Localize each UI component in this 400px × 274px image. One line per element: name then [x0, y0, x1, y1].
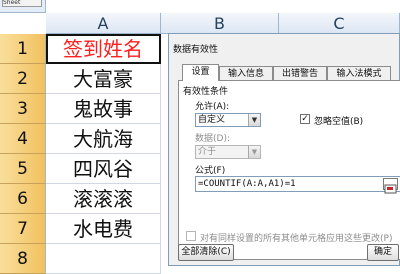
ignore-blank-checkbox[interactable]: ✓ [300, 114, 310, 124]
row-header-1[interactable]: 1 [0, 34, 46, 64]
column-header-b[interactable]: B [161, 13, 279, 34]
row-header-4[interactable]: 4 [0, 124, 46, 154]
row-header-6[interactable]: 6 [0, 184, 46, 214]
cell-a7[interactable]: 水电费 [46, 214, 161, 244]
row-header-5[interactable]: 5 [0, 154, 46, 184]
clear-all-button[interactable]: 全部清除(C) [178, 244, 234, 261]
cell-a5[interactable]: 四风谷 [46, 154, 161, 184]
data-value: 介于 [198, 147, 217, 157]
sheet-tab-fragment[interactable]: Sheet [2, 0, 42, 7]
allow-label: 允许(A): [195, 102, 230, 112]
dialog-title: 数据有效性 [173, 45, 219, 55]
row-header-2[interactable]: 2 [0, 64, 46, 94]
data-label: 数据(D): [195, 134, 230, 144]
chevron-down-icon[interactable]: ▼ [248, 146, 260, 158]
row-header-8[interactable]: 8 [0, 244, 46, 274]
tab-settings[interactable]: 设置 [182, 64, 219, 81]
formula-value: =COUNTIF(A:A,A1)=1 [198, 179, 296, 189]
formula-label: 公式(F) [195, 166, 226, 176]
tab-error-alert[interactable]: 出错警告 [273, 66, 327, 81]
row-header-3[interactable]: 3 [0, 94, 46, 124]
allow-value: 自定义 [198, 115, 226, 125]
cell-a3[interactable]: 鬼故事 [46, 94, 161, 124]
apply-all-checkbox[interactable] [186, 231, 196, 241]
cell-a1[interactable]: 签到姓名 [46, 34, 161, 64]
range-picker-button[interactable] [383, 178, 398, 194]
ok-button[interactable]: 确定 [367, 244, 399, 261]
tab-input-message[interactable]: 输入信息 [219, 66, 273, 81]
data-validation-dialog: 数据有效性 设置 输入信息 出错警告 输入法模式 有效性条件 允许(A): 自定… [168, 33, 400, 266]
range-select-icon [384, 184, 397, 194]
cell-a8[interactable] [46, 244, 161, 274]
settings-panel: 有效性条件 允许(A): 自定义 ▼ ✓ 忽略空值(B) 数据(D): 介于 ▼… [178, 80, 400, 260]
cell-a6[interactable]: 滚滚滚 [46, 184, 161, 214]
ignore-blank-label[interactable]: 忽略空值(B) [314, 114, 363, 127]
column-header-a[interactable]: A [46, 13, 161, 34]
column-header-c[interactable]: C [279, 13, 400, 34]
row-header-7[interactable]: 7 [0, 214, 46, 244]
select-all-corner[interactable]: Sheet [0, 0, 46, 13]
allow-dropdown[interactable]: 自定义 ▼ [195, 113, 261, 127]
row-headers: 1 2 3 4 5 6 7 8 [0, 34, 46, 274]
validation-criteria-heading: 有效性条件 [183, 87, 229, 97]
chevron-down-icon[interactable]: ▼ [248, 114, 260, 126]
formula-input[interactable]: =COUNTIF(A:A,A1)=1 [195, 176, 400, 192]
apply-all-label: 对有同样设置的所有其他单元格应用这些更改(P) [200, 234, 393, 244]
tab-ime-mode[interactable]: 输入法模式 [327, 66, 391, 81]
data-dropdown[interactable]: 介于 ▼ [195, 145, 261, 159]
cell-a2[interactable]: 大富豪 [46, 64, 161, 94]
cell-a4[interactable]: 大航海 [46, 124, 161, 154]
